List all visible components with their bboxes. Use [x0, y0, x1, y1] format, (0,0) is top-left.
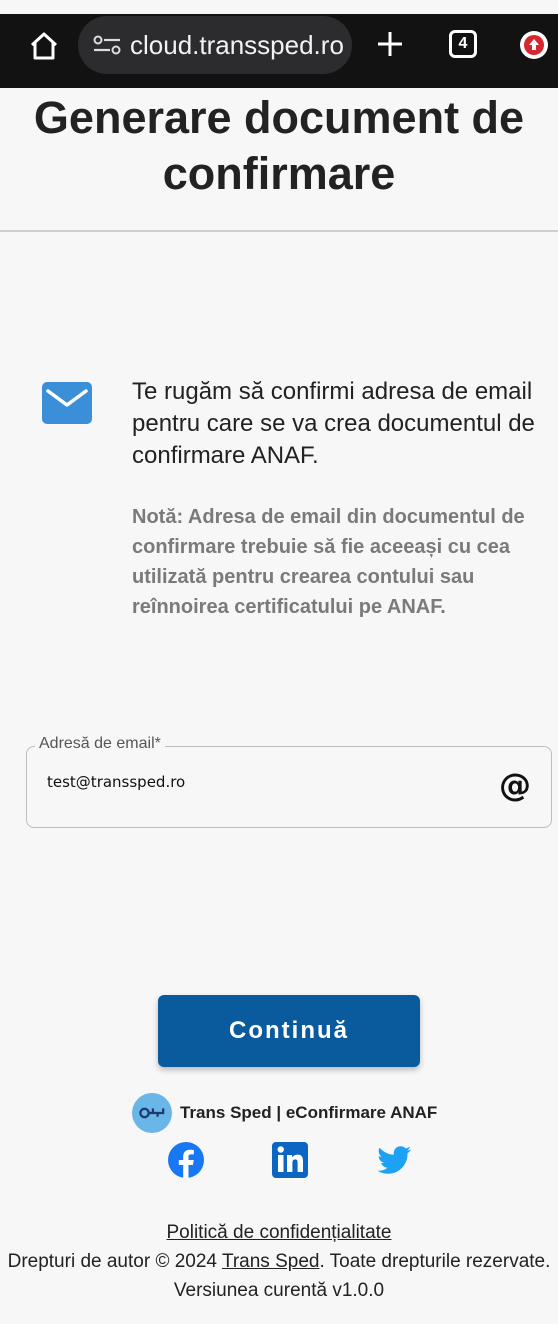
- new-tab-icon[interactable]: [374, 28, 406, 60]
- privacy-policy-link[interactable]: Politică de confidențialitate: [167, 1222, 392, 1243]
- confirmation-note: Notă: Adresa de email din documentul de …: [132, 506, 525, 618]
- brand-text: Trans Sped | eConfirmare ANAF: [180, 1103, 438, 1122]
- continue-button[interactable]: Continuă: [158, 995, 420, 1067]
- copyright-prefix: Drepturi de autor © 2024: [7, 1251, 222, 1272]
- title-divider: [0, 230, 558, 232]
- url-text: cloud.transsped.ro: [130, 29, 344, 60]
- brand: Trans Sped | eConfirmare ANAF: [132, 1093, 438, 1133]
- update-icon: [524, 35, 544, 55]
- at-sign-icon: @: [499, 766, 531, 804]
- tab-count: 4: [458, 35, 468, 52]
- copyright-text: Drepturi de autor © 2024 Trans Sped. Toa…: [0, 1247, 558, 1276]
- home-icon[interactable]: [28, 30, 60, 62]
- confirmation-message: Te rugăm să confirmi adresa de email pen…: [132, 378, 535, 469]
- company-link[interactable]: Trans Sped: [222, 1251, 320, 1272]
- linkedin-icon[interactable]: [270, 1140, 310, 1180]
- footer: Politică de confidențialitate Drepturi d…: [0, 1218, 558, 1305]
- tab-switcher-button[interactable]: 4: [449, 30, 477, 58]
- email-field-label: Adresă de email*: [35, 735, 165, 753]
- version-text: Versiunea curentă v1.0.0: [173, 1280, 385, 1301]
- site-settings-icon[interactable]: [92, 34, 122, 56]
- address-bar[interactable]: cloud.transsped.ro: [78, 16, 352, 74]
- email-field[interactable]: Adresă de email* @: [26, 735, 552, 828]
- mail-icon: [42, 382, 92, 424]
- profile-avatar[interactable]: [520, 31, 548, 59]
- browser-toolbar: cloud.transsped.ro 4: [0, 14, 558, 88]
- email-input[interactable]: [47, 773, 487, 791]
- twitter-icon[interactable]: [374, 1140, 414, 1180]
- facebook-icon[interactable]: [166, 1140, 206, 1180]
- page-title: Generare document de confirmare: [33, 92, 525, 199]
- trans-sped-logo: [132, 1093, 172, 1133]
- copyright-suffix: . Toate drepturile rezervate.: [319, 1251, 551, 1272]
